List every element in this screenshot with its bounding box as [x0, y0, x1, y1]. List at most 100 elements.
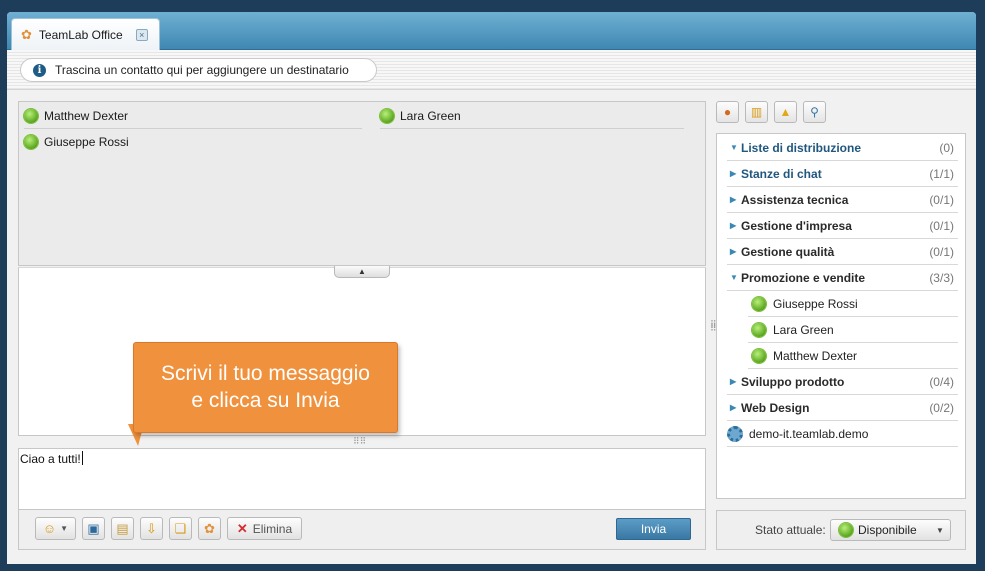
online-status-icon: [24, 108, 38, 123]
collapsed-arrow-icon: ▶: [730, 169, 737, 178]
message-input-text: Ciao a tutti!: [20, 451, 83, 466]
info-icon: i: [33, 63, 46, 77]
send-file-button[interactable]: ⇩: [140, 517, 163, 540]
recipient-name: Matthew Dexter: [44, 108, 129, 123]
status-select[interactable]: Disponibile ▼: [830, 519, 951, 541]
group-label: Liste di distribuzione: [741, 140, 862, 155]
status-label: Stato attuale:: [755, 523, 826, 537]
info-bar: i Trascina un contatto qui per aggiunger…: [7, 50, 976, 90]
drop-hint-text: Trascina un contatto qui per aggiungere …: [55, 63, 349, 77]
smiley-icon: ☺: [42, 521, 57, 536]
server-item[interactable]: demo-it.teamlab.demo: [727, 421, 958, 447]
online-status-icon: [380, 108, 394, 123]
emoticon-button[interactable]: ☺ ▼: [35, 517, 76, 540]
group-gestione-impresa[interactable]: ▶ Gestione d'impresa (0/1): [727, 213, 958, 239]
bell-icon[interactable]: ▲: [774, 101, 797, 123]
contact-item[interactable]: Giuseppe Rossi: [748, 291, 958, 317]
contact-list[interactable]: ▼ Liste di distribuzione (0) ▶ Stanze di…: [716, 133, 966, 499]
collapsed-arrow-icon: ▶: [730, 247, 737, 256]
collapsed-arrow-icon: ▶: [730, 221, 737, 230]
group-count: (0/1): [929, 192, 954, 207]
collapse-recipients-button[interactable]: ▲: [334, 266, 390, 278]
tab-teamlab-office[interactable]: ✿ TeamLab Office ×: [11, 18, 160, 50]
contact-name: Giuseppe Rossi: [773, 296, 858, 311]
contact-name: Matthew Dexter: [773, 348, 858, 363]
group-sviluppo-prodotto[interactable]: ▶ Sviluppo prodotto (0/4): [727, 369, 958, 395]
group-label: Sviluppo prodotto: [741, 374, 845, 389]
address-book-icon[interactable]: ▥: [745, 101, 768, 123]
collapsed-arrow-icon: ▶: [730, 195, 737, 204]
group-count: (0/2): [929, 400, 954, 415]
recipient-name: Lara Green: [400, 108, 461, 123]
recipient-item[interactable]: Matthew Dexter: [24, 103, 362, 129]
group-label: Stanze di chat: [741, 166, 822, 181]
message-input[interactable]: Ciao a tutti!: [18, 448, 706, 510]
delete-button[interactable]: ✕ Elimina: [227, 517, 302, 540]
tab-title: TeamLab Office: [38, 27, 123, 42]
send-button[interactable]: Invia: [616, 518, 691, 540]
group-count: (3/3): [929, 270, 954, 285]
help-callout: Scrivi il tuo messaggio e clicca su Invi…: [133, 342, 398, 433]
collapsed-arrow-icon: ▶: [730, 403, 737, 412]
calendar-icon: ▤: [116, 521, 129, 536]
search-icon[interactable]: ⚲: [803, 101, 826, 123]
contacts-toolbar: ● ▥ ▲ ⚲: [716, 101, 826, 123]
online-status-icon: [24, 135, 38, 149]
file-upload-icon: ⇩: [146, 521, 157, 536]
group-label: Promozione e vendite: [741, 270, 866, 285]
expanded-arrow-icon: ▼: [730, 273, 738, 282]
group-count: (0/1): [929, 244, 954, 259]
collapsed-arrow-icon: ▶: [730, 377, 737, 386]
group-stanze-di-chat[interactable]: ▶ Stanze di chat (1/1): [727, 161, 958, 187]
group-count: (1/1): [929, 166, 954, 181]
group-liste-di-distribuzione[interactable]: ▼ Liste di distribuzione (0): [727, 135, 958, 161]
resize-grip[interactable]: ⠿⠿: [353, 437, 366, 446]
handshake-icon: ✿: [204, 521, 215, 536]
title-bar: ✿ TeamLab Office ×: [7, 12, 976, 50]
contact-item[interactable]: Matthew Dexter: [748, 343, 958, 369]
chevron-down-icon: ▼: [60, 524, 69, 533]
contact-name: Lara Green: [773, 322, 834, 337]
app-window: ✿ TeamLab Office × i Trascina un contatt…: [7, 12, 976, 564]
chat-button[interactable]: ❏: [169, 517, 192, 540]
online-status-icon: [839, 523, 853, 537]
online-status-icon: [752, 322, 766, 337]
online-status-icon: [752, 296, 766, 311]
group-count: (0/4): [929, 374, 954, 389]
callout-line-2: e clicca su Invia: [191, 389, 340, 412]
invite-button[interactable]: ✿: [198, 517, 221, 540]
group-assistenza-tecnica[interactable]: ▶ Assistenza tecnica (0/1): [727, 187, 958, 213]
group-count: (0): [939, 140, 954, 155]
red-x-icon: ✕: [236, 521, 248, 536]
handshake-icon: ✿: [21, 26, 32, 42]
chat-bubbles-icon: ❏: [174, 521, 187, 536]
group-web-design[interactable]: ▶ Web Design (0/2): [727, 395, 958, 421]
recipient-item[interactable]: Lara Green: [380, 103, 684, 129]
expanded-arrow-icon: ▼: [730, 143, 738, 152]
save-button[interactable]: ▣: [82, 517, 105, 540]
status-panel: Stato attuale: Disponibile ▼: [716, 510, 966, 550]
chevron-down-icon: ▼: [936, 525, 944, 535]
message-input-value: Ciao a tutti!: [20, 452, 81, 466]
online-status-icon: [752, 348, 766, 363]
user-icon[interactable]: ●: [716, 101, 739, 123]
delete-label: Elimina: [252, 521, 293, 536]
server-gear-icon: [727, 425, 743, 442]
group-label: Web Design: [741, 400, 810, 415]
callout-line-1: Scrivi il tuo messaggio: [161, 362, 370, 385]
drop-hint: i Trascina un contatto qui per aggiunger…: [20, 58, 377, 82]
group-gestione-qualita[interactable]: ▶ Gestione qualità (0/1): [727, 239, 958, 265]
recipient-name: Giuseppe Rossi: [44, 135, 129, 149]
group-label: Gestione d'impresa: [741, 218, 852, 233]
server-name: demo-it.teamlab.demo: [749, 426, 869, 441]
history-button[interactable]: ▤: [111, 517, 134, 540]
recipient-item[interactable]: Giuseppe Rossi: [24, 129, 362, 155]
tab-close-icon[interactable]: ×: [135, 28, 148, 41]
recipients-panel[interactable]: Matthew Dexter Lara Green Giuseppe Rossi: [18, 101, 706, 266]
contact-item[interactable]: Lara Green: [748, 317, 958, 343]
group-count: (0/1): [929, 218, 954, 233]
group-promozione-e-vendite[interactable]: ▼ Promozione e vendite (3/3): [727, 265, 958, 291]
group-label: Assistenza tecnica: [741, 192, 849, 207]
compose-toolbar: ☺ ▼ ▣ ▤ ⇩ ❏ ✿ ✕ Elimina Invia: [18, 510, 706, 550]
text-caret: [81, 451, 83, 465]
